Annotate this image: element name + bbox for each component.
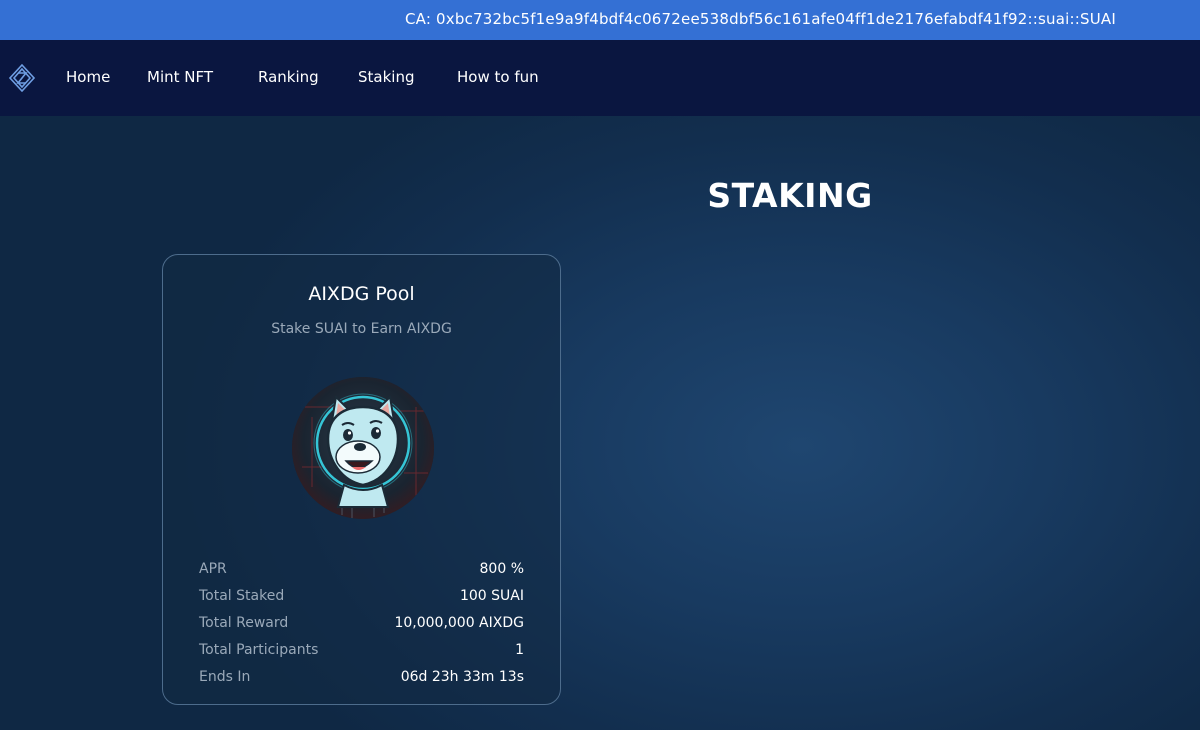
contract-address-bar: CA: 0xbc732bc5f1e9a9f4bdf4c0672ee538dbf5… — [0, 0, 1200, 40]
pool-avatar — [292, 377, 434, 519]
stat-label: Total Reward — [199, 615, 289, 631]
stat-value: 1 — [515, 642, 524, 658]
main-content: STAKING AIXDG Pool Stake SUAI to Earn AI… — [0, 116, 1200, 730]
stat-label: Total Staked — [199, 588, 285, 604]
stat-value: 06d 23h 33m 13s — [400, 669, 524, 685]
stat-row-total-reward: Total Reward 10,000,000 AIXDG — [199, 613, 524, 640]
nav-how-to-fun[interactable]: How to fun — [457, 68, 539, 86]
nav-home[interactable]: Home — [66, 68, 110, 86]
stat-label: Total Participants — [199, 642, 319, 658]
pool-stats: APR 800 % Total Staked 100 SUAI Total Re… — [199, 559, 524, 694]
pool-subtitle: Stake SUAI to Earn AIXDG — [271, 321, 452, 337]
stat-row-apr: APR 800 % — [199, 559, 524, 586]
nav-staking[interactable]: Staking — [358, 68, 414, 86]
stat-row-ends-in: Ends In 06d 23h 33m 13s — [199, 667, 524, 694]
logo-icon[interactable] — [9, 64, 35, 92]
stat-value: 10,000,000 AIXDG — [394, 615, 524, 631]
nav-ranking[interactable]: Ranking — [258, 68, 319, 86]
contract-address-text: CA: 0xbc732bc5f1e9a9f4bdf4c0672ee538dbf5… — [404, 10, 1116, 28]
stat-label: Ends In — [199, 669, 251, 685]
stat-value: 100 SUAI — [459, 588, 524, 604]
navbar: Home Mint NFT Ranking Staking How to fun — [0, 40, 1200, 116]
pool-card[interactable]: AIXDG Pool Stake SUAI to Earn AIXDG APR … — [162, 254, 561, 705]
stat-value: 800 % — [479, 561, 524, 577]
nav-mint-nft[interactable]: Mint NFT — [147, 68, 213, 86]
stat-row-total-staked: Total Staked 100 SUAI — [199, 586, 524, 613]
doge-mascot-icon — [292, 377, 434, 519]
pool-name: AIXDG Pool — [308, 283, 415, 305]
stat-row-total-participants: Total Participants 1 — [199, 640, 524, 667]
stat-label: APR — [199, 561, 227, 577]
page-title: STAKING — [707, 176, 873, 215]
